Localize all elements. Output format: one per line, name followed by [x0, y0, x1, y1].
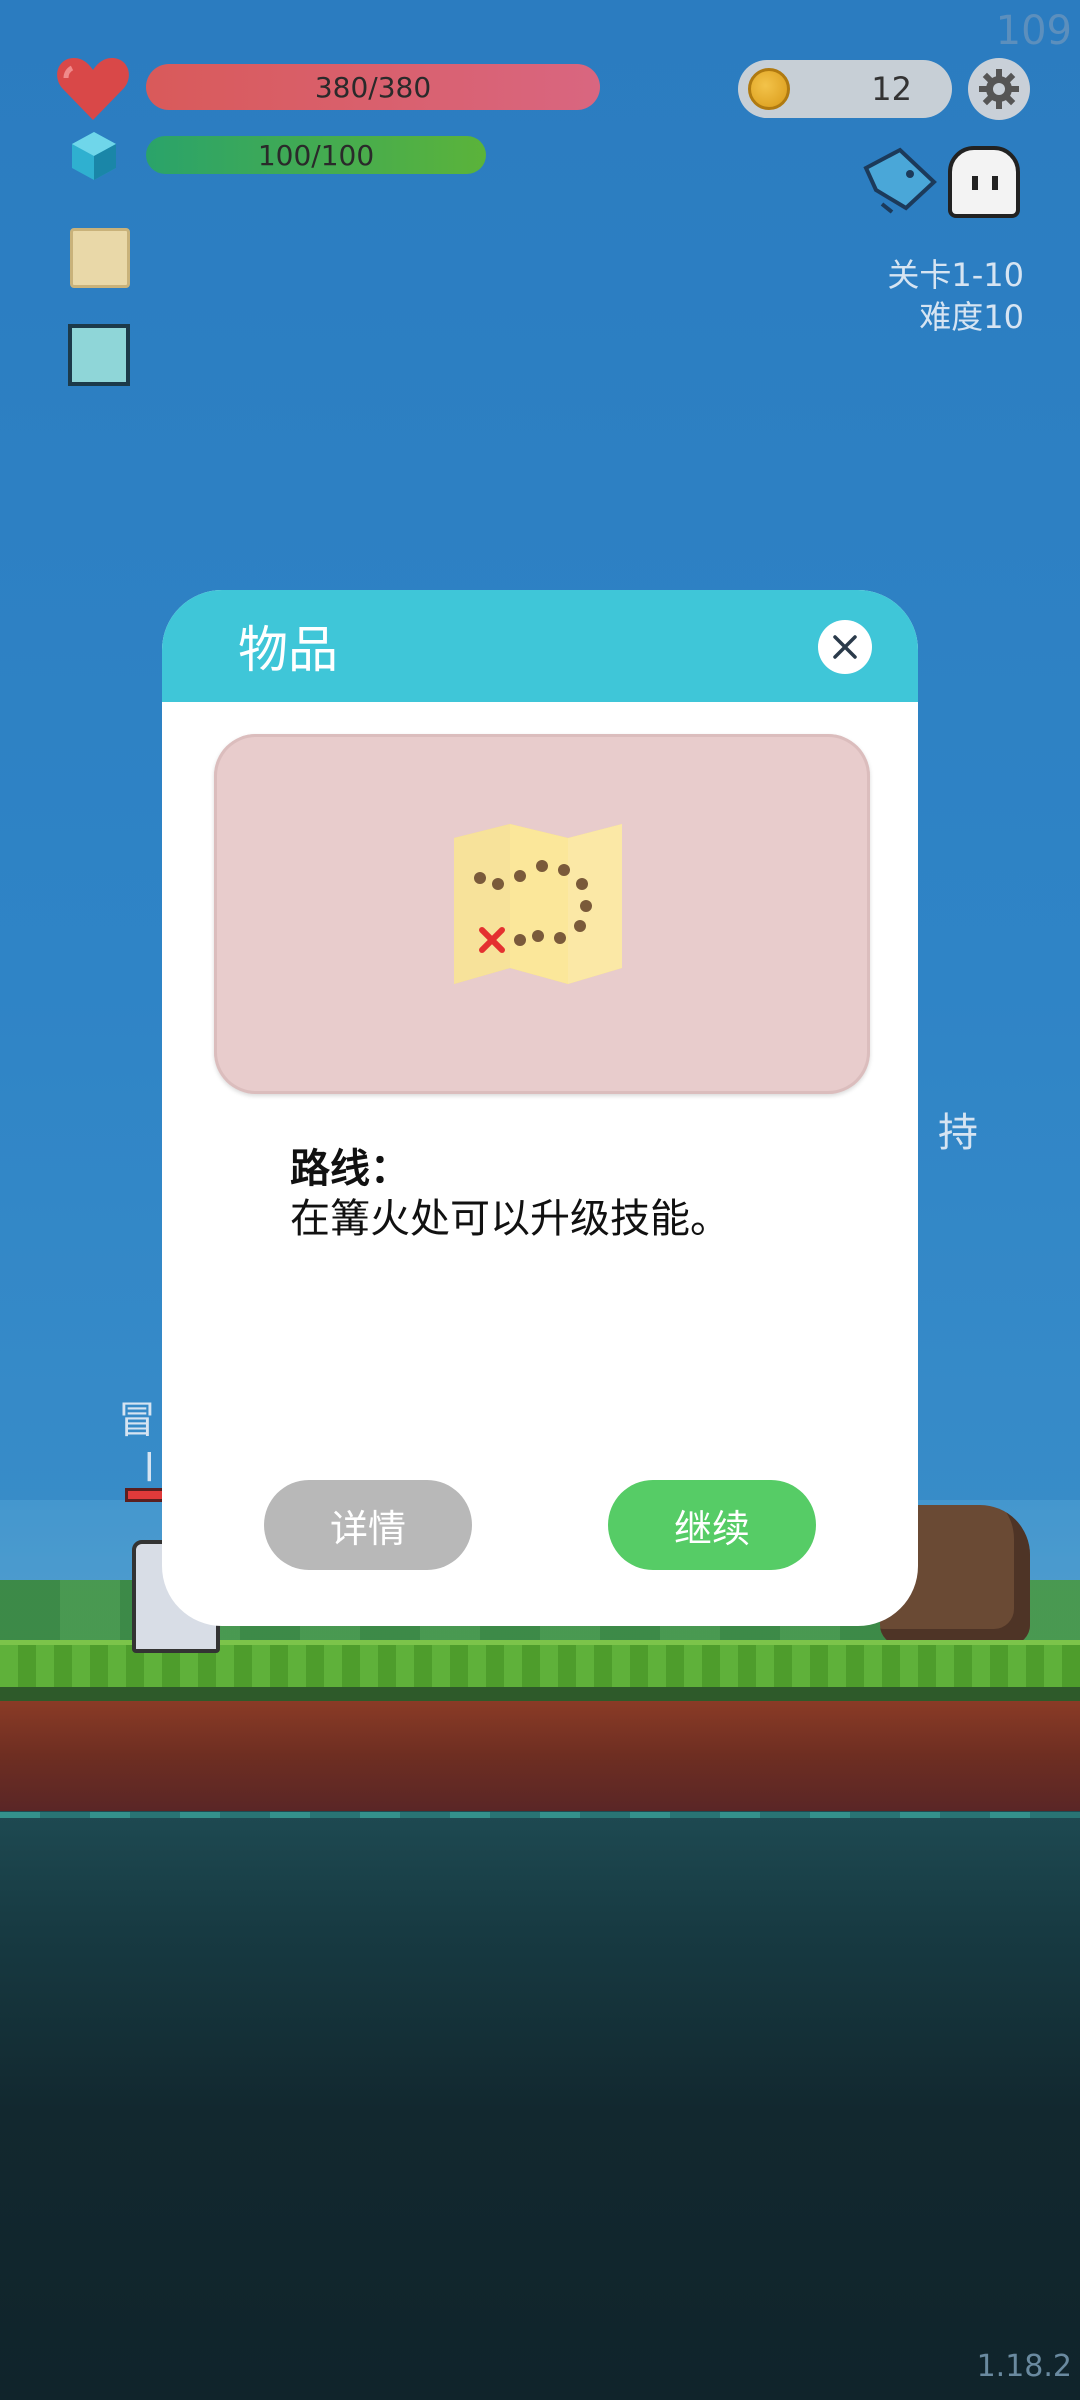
- item-dialog: 物品 路线： 在篝火处可以升级技能。 详情 继续: [162, 590, 918, 1626]
- mp-value: 100/100: [257, 138, 375, 172]
- coin-icon: [748, 68, 790, 110]
- difficulty-label: 难度10: [919, 298, 1024, 336]
- version-label: 1.18.2: [976, 2349, 1072, 2384]
- continue-button[interactable]: 继续: [608, 1480, 816, 1570]
- stage-label: 关卡1-10: [887, 256, 1024, 294]
- coin-count: 12: [871, 70, 912, 108]
- dialog-header: 物品: [162, 590, 918, 702]
- stage-info: 关卡1-10 难度10: [887, 254, 1024, 338]
- map-icon: [454, 824, 622, 984]
- item-preview: [214, 734, 870, 1094]
- water-surface: [0, 1812, 1080, 1818]
- gear-icon: [979, 69, 1019, 109]
- close-button[interactable]: [818, 620, 872, 674]
- gem-icon: [72, 132, 116, 180]
- ground-dirt: [0, 1701, 1080, 1811]
- coin-counter: 12: [738, 60, 952, 118]
- dialog-title: 物品: [238, 621, 338, 679]
- hero-label: 冒 l: [118, 1398, 157, 1490]
- item-name: 路线：: [290, 1146, 410, 1192]
- item-description: 在篝火处可以升级技能。: [290, 1196, 730, 1242]
- ghost-icon[interactable]: [948, 146, 1020, 218]
- hp-value: 380/380: [314, 70, 432, 104]
- close-icon: [833, 635, 857, 659]
- heart-icon: [57, 58, 129, 120]
- fish-icon[interactable]: [860, 146, 938, 216]
- lightbulb-icon[interactable]: [68, 324, 130, 386]
- map-icon[interactable]: [70, 228, 130, 288]
- water: [0, 1811, 1080, 2400]
- item-description-block: 路线： 在篝火处可以升级技能。: [290, 1144, 810, 1244]
- settings-button[interactable]: [968, 58, 1030, 120]
- ground-edge: [0, 1687, 1080, 1701]
- hp-bar: 380/380: [146, 64, 600, 110]
- mp-bar: 100/100: [146, 136, 486, 174]
- details-button[interactable]: 详情: [264, 1480, 472, 1570]
- fps-counter: 109: [995, 8, 1072, 54]
- background-text: 持: [938, 1110, 978, 1156]
